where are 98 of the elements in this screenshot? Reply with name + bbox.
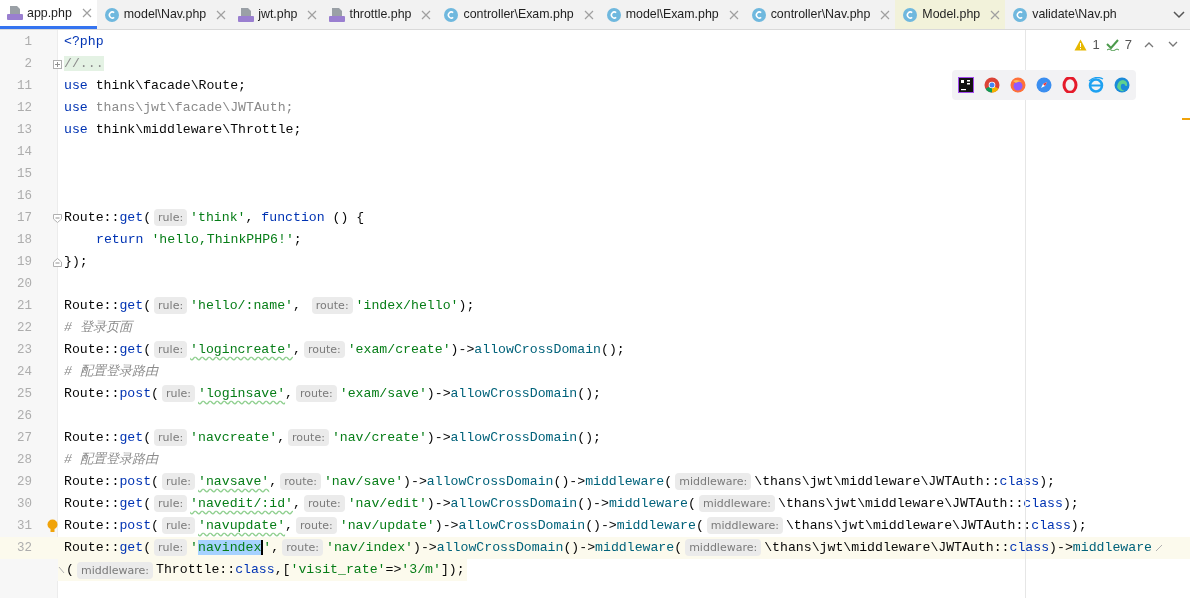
parameter-hint: rule: — [154, 297, 188, 315]
code-text: 'navsave', — [198, 473, 278, 492]
code-text: Route::get( — [64, 495, 152, 514]
parameter-hint: route: — [282, 539, 323, 557]
code-text: 'nav/update')->allowCrossDomain()->middleware( — [339, 517, 704, 536]
code-text: 'nav/index')->allowCrossDomain()->middleware( — [325, 539, 683, 558]
code-text: Route::get( — [64, 429, 152, 448]
editor-tab[interactable]: throttle.php — [322, 0, 437, 29]
parameter-hint: rule: — [154, 429, 188, 447]
parameter-hint: middleware: — [698, 495, 775, 513]
code-text: 'exam/save')->allowCrossDomain(); — [339, 385, 601, 404]
line-number: 14 — [16, 143, 32, 161]
parameter-hint: rule: — [154, 495, 188, 513]
line-number: 18 — [16, 231, 32, 249]
code-text: <?php — [64, 33, 104, 52]
line-number: 19 — [16, 253, 32, 271]
code-text: 'think', function () { — [190, 209, 365, 228]
line-number: 2 — [23, 55, 32, 73]
parameter-hint: route: — [311, 297, 353, 315]
editor-tab[interactable]: Model.php — [895, 0, 1006, 29]
line-number: 32 — [16, 539, 32, 557]
line-number: 1 — [23, 33, 32, 51]
parameter-hint: middleware: — [685, 539, 762, 557]
code-text: ( — [66, 561, 74, 580]
line-number: 12 — [16, 99, 32, 117]
parameter-hint: route: — [280, 473, 321, 491]
line-number: 27 — [16, 429, 32, 447]
code-text: 'logincreate', — [190, 341, 301, 360]
warning-count[interactable]: 1 — [1092, 35, 1100, 55]
code-text: \thans\jwt\middleware\JWTAuth::class)->middleware — [764, 539, 1152, 558]
line-number: 16 — [16, 187, 32, 205]
parameter-hint: middleware: — [76, 561, 153, 579]
parameter-hint: route: — [288, 429, 329, 447]
code-text: Route::get( — [64, 341, 152, 360]
code-text: use think\facade\Route; — [64, 77, 247, 96]
line-number: 15 — [16, 165, 32, 183]
line-number: 28 — [16, 451, 32, 469]
line-number: 29 — [16, 473, 32, 491]
code-text: \thans\jwt\middleware\JWTAuth::class); — [754, 473, 1055, 492]
code-text: Throttle::class,['visit_rate'=>'3/m']); — [156, 561, 465, 580]
line-number: 11 — [16, 77, 32, 95]
editor-tab[interactable]: model\Exam.php — [598, 0, 744, 29]
parameter-hint: rule: — [162, 473, 195, 491]
line-number: 17 — [16, 209, 32, 227]
code-text: 'navupdate', — [198, 517, 293, 536]
code-text: Route::get( — [64, 539, 152, 558]
parameter-hint: route: — [303, 341, 345, 359]
line-number: 13 — [16, 121, 32, 139]
line-number: 20 — [16, 275, 32, 293]
code-text: 'hello/:name', — [190, 297, 302, 316]
code-comment: # 配置登录路由 — [64, 451, 158, 470]
code-text: Route::post( — [64, 385, 159, 404]
code-text: use think\middleware\Throttle; — [64, 121, 302, 140]
line-number: 22 — [16, 319, 32, 337]
parameter-hint: route: — [296, 517, 337, 535]
editor-tab[interactable]: controller\Nav.php — [743, 0, 896, 29]
code-text: 'nav/create')->allowCrossDomain(); — [331, 429, 601, 448]
code-text: 'navcreate', — [190, 429, 286, 448]
line-number: 30 — [16, 495, 32, 513]
line-number: 24 — [16, 363, 32, 381]
parameter-hint: middleware: — [675, 473, 752, 491]
line-number: 25 — [16, 385, 32, 403]
code-text: Route::post( — [64, 517, 159, 536]
code-text: 'navedit/:id', — [190, 495, 301, 514]
typo-count[interactable]: 7 — [1124, 35, 1132, 55]
parameter-hint: rule: — [154, 539, 188, 557]
line-number: 26 — [16, 407, 32, 425]
code-text: //... — [64, 55, 104, 74]
code-text: Route::get( — [64, 209, 152, 228]
line-number: 23 — [16, 341, 32, 359]
code-text: use thans\jwt\facade\JWTAuth; — [64, 99, 294, 118]
code-text: 'exam/create')->allowCrossDomain(); — [347, 341, 625, 360]
editor-tab[interactable]: model\Nav.php — [96, 0, 232, 29]
line-number: 31 — [16, 517, 32, 535]
code-text: 'nav/edit')->allowCrossDomain()->middleware( — [347, 495, 696, 514]
code-text: }); — [64, 253, 88, 272]
code-text: 'loginsave', — [198, 385, 293, 404]
code-text: 'nav/save')->allowCrossDomain()->middleware( — [323, 473, 673, 492]
code-text: 'index/hello'); — [355, 297, 475, 316]
line-number: 21 — [16, 297, 32, 315]
code-comment: # 登录页面 — [64, 319, 132, 338]
code-text: Route::get( — [64, 297, 152, 316]
parameter-hint: rule: — [162, 385, 195, 403]
code-comment: # 配置登录路由 — [64, 363, 158, 382]
editor-tab[interactable]: validate\Nav.ph — [1005, 0, 1122, 29]
parameter-hint: rule: — [154, 209, 188, 227]
editor-tab[interactable]: jwt.php — [231, 0, 323, 29]
code-text: return 'hello,ThinkPHP6!'; — [96, 231, 302, 250]
editor-tab[interactable]: controller\Exam.php — [436, 0, 599, 29]
parameter-hint: route: — [303, 495, 345, 513]
code-text: \thans\jwt\middleware\JWTAuth::class); — [785, 517, 1087, 536]
parameter-hint: rule: — [162, 517, 195, 535]
editor-tab[interactable]: app.php — [0, 0, 97, 29]
code-text: \thans\jwt\middleware\JWTAuth::class); — [778, 495, 1079, 514]
parameter-hint: rule: — [154, 341, 188, 359]
parameter-hint: route: — [296, 385, 337, 403]
code-text: Route::post( — [64, 473, 159, 492]
parameter-hint: middleware: — [706, 517, 783, 535]
